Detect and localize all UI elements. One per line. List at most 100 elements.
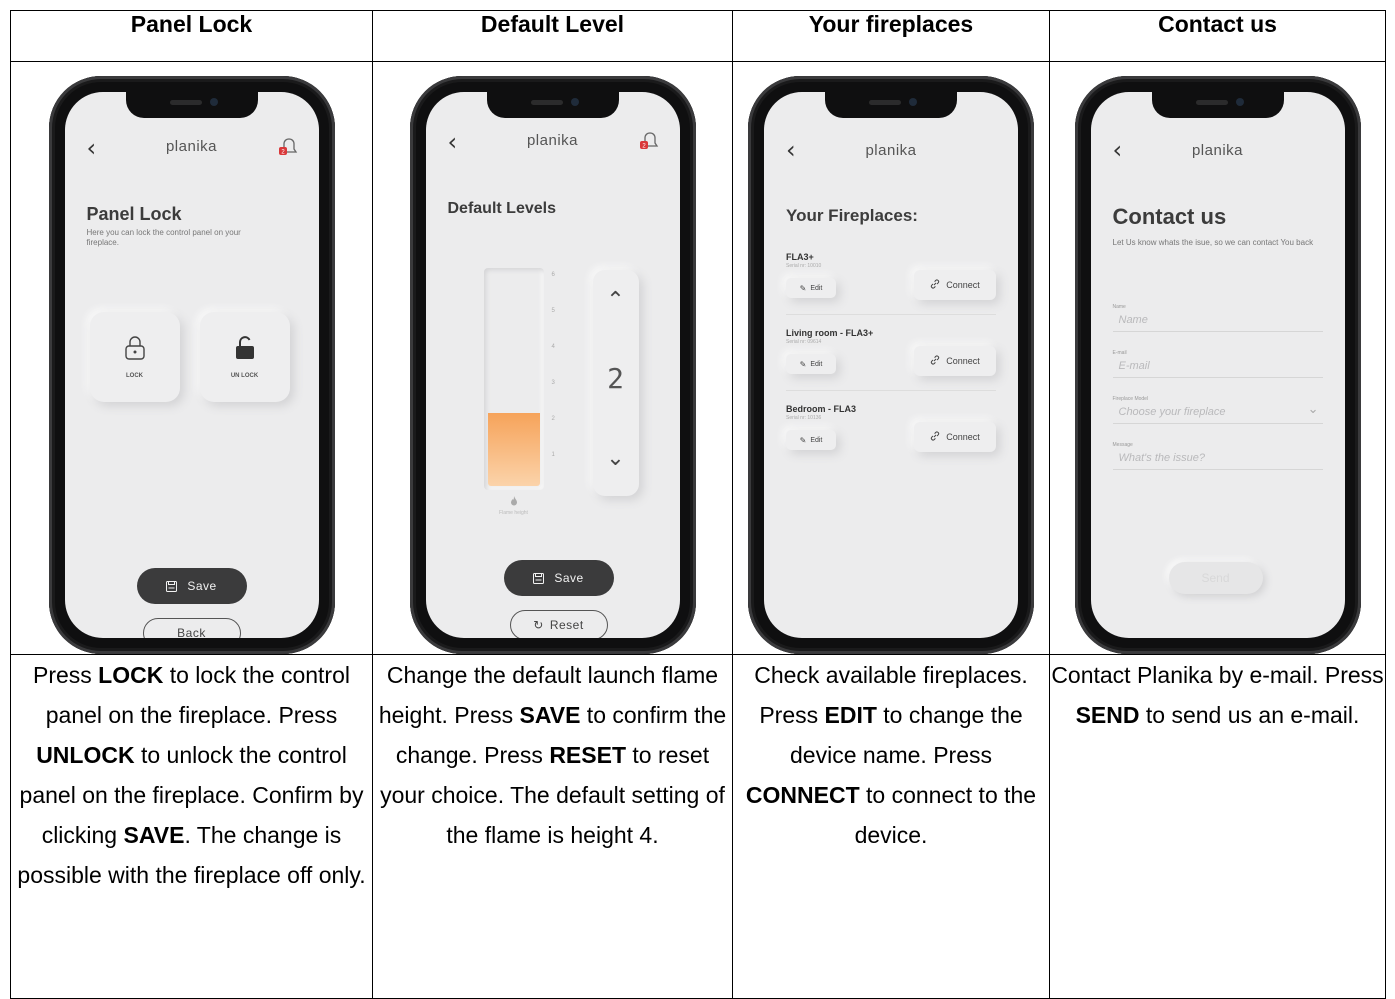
panel-lock-shot: ‹ planika 2 Panel Lock Here you can lock…: [10, 61, 373, 655]
desc-keyword: SEND: [1075, 702, 1140, 728]
header-panel-lock: Panel Lock: [10, 10, 373, 62]
reset-icon: ↻: [533, 618, 544, 632]
screenshot-row: ‹ planika 2 Panel Lock Here you can lock…: [10, 61, 1386, 655]
edit-icon: ✎: [799, 359, 807, 369]
chevron-down-icon[interactable]: ⌄: [1308, 402, 1319, 417]
edit-label: Edit: [810, 436, 823, 444]
phone-screen: ‹ planika Contact us Let Us know whats t…: [1090, 92, 1345, 638]
desc-keyword: EDIT: [824, 702, 877, 728]
field-placeholder: Name: [1118, 314, 1148, 326]
edit-label: Edit: [810, 360, 823, 368]
contact-field[interactable]: Message What's the issue?: [1112, 442, 1323, 470]
field-label: Message: [1112, 442, 1133, 448]
connect-button[interactable]: Connect: [914, 346, 996, 376]
gauge-tick-label: 2: [551, 416, 555, 422]
fireplace-item: FLA3+ Serial nr: 10010 ✎ Edit Connect: [786, 252, 996, 322]
fireplace-name: FLA3+: [786, 252, 814, 262]
reset-button[interactable]: ↻ Reset: [509, 610, 608, 638]
field-placeholder: E-mail: [1118, 360, 1150, 372]
app-topbar: ‹ planika 2: [426, 128, 680, 158]
phone-screen: ‹ planika 2 Default Levels 6 5 4 3 2 1 ⌃ 2 ⌄: [425, 92, 680, 638]
page-title: Panel Lock: [86, 204, 182, 224]
phone-screen: ‹ planika Your Fireplaces: FLA3+ Serial n…: [764, 92, 1018, 638]
chevron-up-icon[interactable]: ⌃: [593, 288, 639, 313]
app-topbar: ‹ planika: [1091, 136, 1345, 166]
desc-text: to connect to the device.: [854, 782, 1037, 848]
chevron-down-icon[interactable]: ⌄: [593, 446, 639, 471]
field-label: E-mail: [1112, 350, 1127, 356]
phone-frame: ‹ planika 2 Panel Lock Here you can lock…: [48, 76, 335, 654]
fireplace-name: Bedroom - FLA3: [786, 404, 857, 414]
save-button[interactable]: Save: [503, 560, 614, 596]
flame-level-gauge[interactable]: [483, 268, 544, 490]
page-title: Your Fireplaces:: [786, 206, 918, 225]
header-default-level: Default Level: [372, 10, 733, 62]
phone-screen: ‹ planika 2 Panel Lock Here you can lock…: [64, 92, 319, 638]
gauge-caption: Flame height: [499, 510, 528, 516]
desc-keyword: LOCK: [98, 662, 164, 688]
lock-icon: [124, 336, 145, 360]
panel-lock-description: Press LOCK to lock the control panel on …: [10, 654, 373, 999]
fireplace-name: Living room - FLA3+: [786, 328, 874, 338]
desc-keyword: RESET: [549, 742, 626, 768]
send-button[interactable]: Send: [1168, 562, 1263, 594]
field-label: Name: [1112, 304, 1126, 310]
description-row: Press LOCK to lock the control panel on …: [10, 654, 1386, 999]
desc-text: Press: [32, 662, 99, 688]
lock-button[interactable]: LOCK: [89, 312, 180, 402]
gauge-tick-label: 1: [551, 452, 555, 458]
phone-notch: [125, 92, 258, 118]
connect-button[interactable]: Connect: [914, 270, 996, 300]
desc-keyword: SAVE: [123, 822, 185, 848]
bell-icon[interactable]: 2: [639, 130, 660, 152]
save-label: Save: [187, 579, 217, 593]
divider: [786, 314, 996, 315]
fireplaces-shot: ‹ planika Your Fireplaces: FLA3+ Serial n…: [732, 61, 1050, 655]
instructions-table: Panel Lock Default Level Your fireplaces…: [10, 10, 1386, 999]
back-button[interactable]: Back: [142, 618, 241, 638]
page-title: Default Levels: [447, 200, 556, 217]
connect-label: Connect: [946, 432, 980, 442]
field-placeholder: What's the issue?: [1118, 452, 1205, 464]
connect-button[interactable]: Connect: [914, 422, 996, 452]
level-stepper[interactable]: ⌃ 2 ⌄: [592, 270, 639, 496]
connect-label: Connect: [946, 356, 980, 366]
page-title: Contact us: [1112, 204, 1227, 229]
edit-button[interactable]: ✎ Edit: [786, 278, 836, 298]
desc-keyword: SAVE: [519, 702, 581, 728]
save-label: Save: [554, 571, 584, 585]
contact-field[interactable]: Name Name: [1112, 304, 1323, 332]
phone-frame: ‹ planika Contact us Let Us know whats t…: [1074, 76, 1361, 654]
phone-notch: [486, 92, 619, 118]
edit-button[interactable]: ✎ Edit: [786, 354, 836, 374]
edit-icon: ✎: [799, 435, 807, 445]
contact-field[interactable]: Fireplace Model Choose your fireplace ⌄: [1112, 396, 1323, 424]
level-value: 2: [607, 362, 624, 395]
fireplace-item: Bedroom - FLA3 Serial nr: 10136 ✎ Edit Conne…: [786, 404, 996, 474]
fireplace-serial: Serial nr: 10010: [786, 263, 822, 269]
connect-label: Connect: [946, 280, 980, 290]
contact-shot: ‹ planika Contact us Let Us know whats t…: [1049, 61, 1386, 655]
lock-label: LOCK: [126, 373, 143, 379]
contact-description: Contact Planika by e-mail. Press SEND to…: [1049, 654, 1386, 999]
desc-text: to send us an e-mail.: [1139, 702, 1360, 728]
field-placeholder: Choose your fireplace: [1118, 406, 1226, 418]
app-topbar: ‹ planika 2: [65, 134, 319, 164]
desc-text: Contact Planika by e-mail. Press: [1051, 662, 1384, 688]
gauge-tick-label: 5: [551, 308, 555, 314]
default-level-shot: ‹ planika 2 Default Levels 6 5 4 3 2 1 ⌃ 2 ⌄: [372, 61, 733, 655]
phone-frame: ‹ planika 2 Default Levels 6 5 4 3 2 1 ⌃ 2 ⌄: [409, 76, 696, 654]
save-button[interactable]: Save: [136, 568, 247, 604]
fireplace-item: Living room - FLA3+ Serial nr: 09614 ✎ Edit…: [786, 328, 996, 398]
desc-keyword: UNLOCK: [36, 742, 135, 768]
header-your-fireplaces: Your fireplaces: [732, 10, 1050, 62]
edit-button[interactable]: ✎ Edit: [786, 430, 836, 450]
contact-field[interactable]: E-mail E-mail: [1112, 350, 1323, 378]
fireplaces-description: Check available fireplaces. Press EDIT t…: [732, 654, 1050, 999]
flame-icon: [510, 496, 517, 506]
bell-icon[interactable]: 2: [278, 136, 299, 158]
unlock-button[interactable]: UN LOCK: [199, 312, 290, 402]
edit-icon: ✎: [799, 283, 807, 293]
divider: [786, 390, 996, 391]
phone-frame: ‹ planika Your Fireplaces: FLA3+ Serial n…: [748, 76, 1034, 654]
